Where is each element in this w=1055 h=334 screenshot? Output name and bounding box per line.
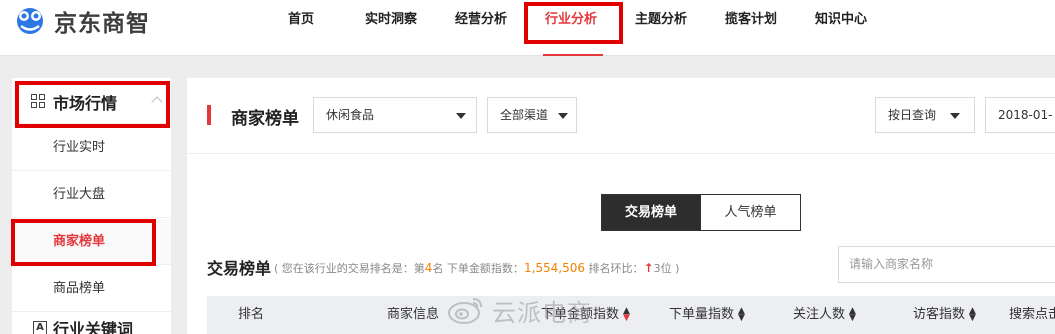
chevron-up-icon (151, 96, 163, 108)
nav-realtime[interactable]: 实时洞察 (365, 0, 417, 40)
sidebar-section-keywords[interactable]: A 行业关键词 (33, 318, 133, 334)
tab-popularity-ranking[interactable]: 人气榜单 (701, 194, 801, 231)
sidebar-section-label: 市场行情 (53, 94, 118, 113)
tab-transaction-ranking[interactable]: 交易榜单 (601, 194, 701, 231)
sort-icon: ▲ ▼ (738, 305, 745, 323)
title-accent-bar (207, 105, 211, 125)
category-select-value: 休闲食品 (326, 108, 375, 122)
grid-icon (31, 94, 45, 108)
column-rank: 排名 (238, 307, 265, 322)
category-select[interactable]: 休闲食品 (313, 97, 477, 133)
column-merchant-info: 商家信息 (387, 307, 440, 322)
column-order-amount-index[interactable]: 下单金额指数 ▲ ▼ (541, 296, 630, 334)
sidebar-item-merchant-ranking[interactable]: 商家榜单 (12, 219, 171, 265)
filter-toolbar: 商家榜单 休闲食品 全部渠道 按日查询 2018-01- (187, 78, 1055, 154)
column-search-clicks[interactable]: 搜索点击 (1009, 296, 1055, 334)
top-header: 京东商智 首页 实时洞察 经营分析 行业分析 主题分析 揽客计划 知识中心 (0, 0, 1055, 56)
nav-home[interactable]: 首页 (288, 0, 314, 40)
channel-select-value: 全部渠道 (500, 108, 549, 122)
sidebar: 市场行情 行业实时 行业大盘 商家榜单 商品榜单 A 行业关键词 (12, 78, 171, 334)
nav-active-underline (543, 54, 603, 56)
sort-icon: ▲ ▼ (969, 305, 976, 323)
column-visitor-index[interactable]: 访客指数 ▲ ▼ (913, 296, 976, 334)
amount-index-value: 1,554,506 (523, 261, 586, 275)
nav-industry[interactable]: 行业分析 (545, 0, 597, 40)
page-title: 商家榜单 (231, 109, 299, 129)
jd-logo-icon (17, 8, 43, 34)
nav-knowledge[interactable]: 知识中心 (815, 0, 867, 40)
main-panel: 商家榜单 休闲食品 全部渠道 按日查询 2018-01- 交易榜单 人气榜单 交… (187, 78, 1055, 334)
brand-logo[interactable]: 京东商智 (12, 5, 150, 37)
table-header: 排名 商家信息 下单金额指数 ▲ ▼ 下单量指数 ▲ ▼ 关注人数 ▲ ▼ 访客指数 ▲ ▼ 搜… (207, 296, 1055, 334)
sidebar-item-product-ranking[interactable]: 商品榜单 (12, 266, 171, 312)
query-mode-value: 按日查询 (888, 108, 937, 122)
nav-acquisition[interactable]: 揽客计划 (725, 0, 777, 40)
sort-icon: ▲ ▼ (623, 305, 630, 323)
channel-select[interactable]: 全部渠道 (487, 97, 577, 133)
nav-topic[interactable]: 主题分析 (635, 0, 687, 40)
sidebar-section-market[interactable]: 市场行情 (12, 78, 171, 124)
rank-change-value: 3位 (653, 262, 672, 275)
sidebar-keywords-label: 行业关键词 (53, 320, 134, 334)
sidebar-item-industry-overview[interactable]: 行业大盘 (12, 172, 171, 218)
ranking-tabs: 交易榜单 人气榜单 (601, 194, 801, 231)
date-picker[interactable]: 2018-01- (985, 97, 1055, 133)
letter-a-icon: A (33, 321, 47, 334)
query-mode-select[interactable]: 按日查询 (875, 97, 975, 133)
merchant-search-input[interactable]: 请输入商家名称 (838, 246, 1055, 283)
section-summary: ( 您在该行业的交易排名是：第4名 下单金额指数：1,554,506 排名环比：… (274, 261, 680, 275)
caret-down-icon (456, 113, 466, 119)
sidebar-item-industry-realtime[interactable]: 行业实时 (12, 125, 171, 171)
app-root: 京东商智 首页 实时洞察 经营分析 行业分析 主题分析 揽客计划 知识中心 市场… (0, 0, 1055, 334)
column-order-count-index[interactable]: 下单量指数 ▲ ▼ (669, 296, 745, 334)
section-title: 交易榜单 (207, 259, 272, 278)
column-followers[interactable]: 关注人数 ▲ ▼ (793, 296, 856, 334)
caret-down-icon (558, 113, 568, 119)
logo-text: 京东商智 (54, 11, 150, 37)
date-value: 2018-01- (998, 108, 1053, 122)
arrow-up-icon: ↑ (643, 261, 654, 275)
sort-icon: ▲ ▼ (849, 305, 856, 323)
nav-operations[interactable]: 经营分析 (455, 0, 507, 40)
caret-down-icon (950, 113, 960, 119)
